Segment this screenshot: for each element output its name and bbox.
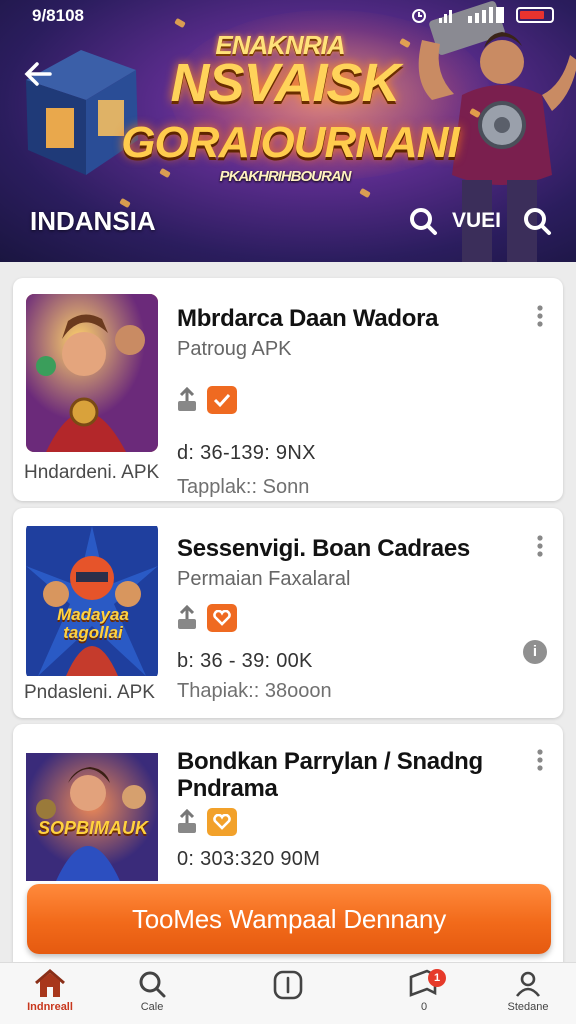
search-icon[interactable] (408, 206, 438, 236)
battery-icon (516, 7, 554, 23)
app-card[interactable]: Madayaa tagollai Pndasleni. APK Sessenvi… (13, 508, 563, 718)
search-icon[interactable] (522, 206, 552, 236)
app-subtitle: Patroug APK (177, 338, 292, 360)
info-square-icon (273, 970, 303, 1000)
app-platform: Hndardeni. APK (24, 462, 160, 483)
bottom-nav: Indnreall Cale 1 0 Stedane (0, 962, 576, 1024)
app-tags: Thapiak:: 38ooon (177, 680, 332, 702)
nav-item-home[interactable]: Indnreall (10, 969, 90, 1013)
app-thumbnail-text: SOPBIMAUK (37, 818, 148, 838)
coin-sparkle (359, 187, 371, 199)
status-icons (410, 6, 554, 24)
app-subtitle: Permaian Faxalaral (177, 568, 351, 590)
more-options-icon[interactable] (535, 534, 545, 558)
app-title[interactable]: Mbrdarca Daan Wadora (177, 305, 517, 332)
nav-item-center[interactable] (248, 969, 328, 1003)
app-card[interactable]: Hndardeni. APK Mbrdarca Daan Wadora Patr… (13, 278, 563, 501)
region-label: INDANSIA (30, 206, 156, 236)
app-thumbnail[interactable] (26, 738, 158, 896)
primary-cta-button[interactable]: TooMes Wampaal Dennany (27, 884, 551, 954)
heart-badge-icon (207, 604, 237, 632)
notification-badge: 1 (428, 969, 446, 987)
app-size: b: 36 - 39: 00K (177, 650, 313, 672)
app-size: 0: 303:320 90M (177, 848, 321, 870)
app-badges (175, 386, 237, 414)
signal-icon (439, 10, 452, 23)
app-platform: Pndasleni. APK (24, 682, 155, 703)
nav-label: 0 (420, 1001, 428, 1013)
coin-sparkle (159, 167, 171, 179)
app-badges (175, 604, 237, 632)
app-thumbnail[interactable] (26, 522, 158, 680)
app-badges (175, 808, 237, 836)
hero-title-line2: NSVAISK (170, 53, 400, 113)
app-thumbnail-text: Madayaa tagollai (57, 605, 129, 642)
nav-item-profile[interactable]: Stedane (488, 969, 568, 1013)
wifi-icon (468, 7, 504, 23)
nav-label: Cale (140, 1001, 164, 1013)
coin-sparkle (174, 17, 186, 29)
nav-item-notifications[interactable]: 1 0 (384, 969, 464, 1013)
app-tags: Tapplak:: Sonn (177, 476, 310, 498)
app-title[interactable]: Bondkan Parrylan / Snadng Pndrama (177, 748, 517, 802)
status-time: 9/8108 (32, 6, 84, 25)
nav-label: Indnreall (27, 1001, 73, 1013)
info-icon[interactable]: i (523, 640, 547, 664)
hero-subtitle: PKAKHRIHBOURAN (219, 168, 352, 185)
share-icon[interactable] (175, 605, 199, 631)
alarm-icon (412, 9, 426, 23)
share-icon[interactable] (175, 387, 199, 413)
more-options-icon[interactable] (535, 748, 545, 772)
app-title[interactable]: Sessenvigi. Boan Cadraes (177, 535, 517, 562)
back-arrow-icon[interactable] (20, 56, 56, 92)
home-icon (35, 969, 65, 997)
verified-badge-icon (207, 386, 237, 414)
search-icon (139, 971, 166, 998)
app-size: d: 36-139: 9NX (177, 442, 316, 464)
hero-title-line3: GORAIOURNANI (121, 118, 460, 167)
heart-badge-icon (207, 808, 237, 836)
share-icon[interactable] (175, 809, 199, 835)
nav-item-search[interactable]: Cale (112, 969, 192, 1013)
nav-label: Stedane (507, 1001, 549, 1013)
profile-icon (515, 971, 541, 997)
view-tab[interactable]: VUEI (452, 209, 501, 233)
more-options-icon[interactable] (535, 304, 545, 328)
hero-banner: ENAKNRIA NSVAISK GORAIOURNANI PKAKHRIHBO… (0, 0, 576, 262)
app-thumbnail[interactable] (26, 294, 158, 452)
